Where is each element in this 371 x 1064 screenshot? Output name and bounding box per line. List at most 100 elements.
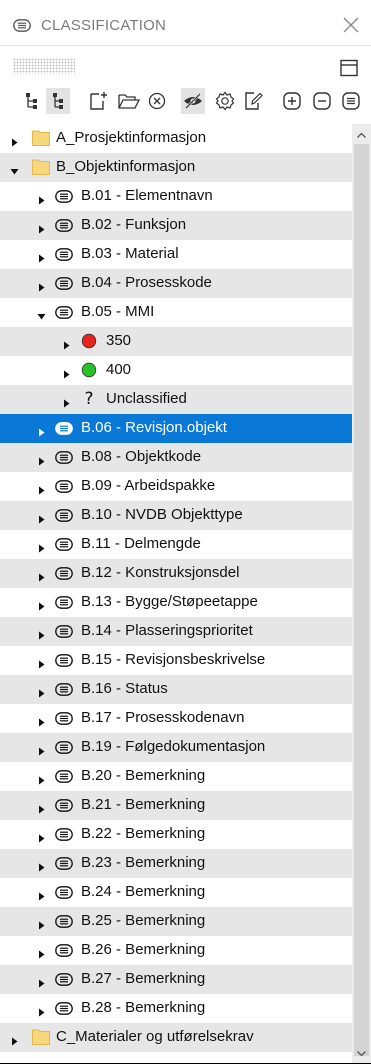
expand-arrow-icon[interactable] <box>62 395 71 408</box>
tree-row-label: B.06 - Revisjon.objekt <box>81 419 227 436</box>
tree-row[interactable]: B.12 - Konstruksjonsdel <box>0 559 352 588</box>
svg-text:?: ? <box>84 389 93 407</box>
scrollbar-thumb[interactable] <box>354 144 369 1056</box>
expand-arrow-icon[interactable] <box>37 917 46 930</box>
expand-arrow-icon[interactable] <box>37 424 46 437</box>
tree-row-label: B.09 - Arbeidspakke <box>81 477 216 494</box>
expand-arrow-icon[interactable] <box>37 772 46 785</box>
tree-row-label: B.10 - NVDB Objekttype <box>81 506 243 523</box>
tree-row[interactable]: 400 <box>0 356 352 385</box>
expand-arrow-icon[interactable] <box>37 975 46 988</box>
scroll-down-icon[interactable] <box>356 1046 367 1057</box>
expand-arrow-icon[interactable] <box>37 888 46 901</box>
tree-row[interactable]: A_Prosjektinformasjon <box>0 124 352 153</box>
new-document-icon[interactable] <box>87 88 111 114</box>
panel-layout-icon[interactable] <box>340 59 358 77</box>
expand-arrow-icon[interactable] <box>37 627 46 640</box>
expand-arrow-icon[interactable] <box>37 685 46 698</box>
tree-row[interactable]: ? Unclassified <box>0 385 352 414</box>
tree-row[interactable]: B.22 - Bemerkning <box>0 820 352 849</box>
classification-tag-icon <box>55 886 73 903</box>
tree-row[interactable]: B.17 - Prosesskodenavn <box>0 704 352 733</box>
tree-row[interactable]: B.28 - Bemerkning <box>0 994 352 1023</box>
tree-row[interactable]: B.25 - Bemerkning <box>0 907 352 936</box>
expand-arrow-icon[interactable] <box>37 714 46 727</box>
toolbar <box>0 88 371 116</box>
expand-arrow-icon[interactable] <box>37 859 46 872</box>
tree-row[interactable]: 350 <box>0 327 352 356</box>
close-icon[interactable] <box>339 13 363 37</box>
settings-gear-icon[interactable] <box>213 88 237 114</box>
tree-row[interactable]: B.01 - Elementnavn <box>0 182 352 211</box>
collapse-arrow-icon[interactable] <box>10 163 19 175</box>
panel-title: CLASSIFICATION <box>41 17 167 34</box>
drag-handle[interactable] <box>13 58 75 74</box>
classification-tag-icon <box>55 190 73 207</box>
expand-arrow-icon[interactable] <box>37 801 46 814</box>
tree-row[interactable]: B.15 - Revisjonsbeskrivelse <box>0 646 352 675</box>
expand-arrow-icon[interactable] <box>37 1004 46 1017</box>
tree-row[interactable]: B.24 - Bemerkning <box>0 878 352 907</box>
expand-arrow-icon[interactable] <box>37 656 46 669</box>
expand-arrow-icon[interactable] <box>10 134 19 147</box>
open-folder-icon[interactable] <box>117 88 141 114</box>
scroll-up-icon[interactable] <box>356 128 367 139</box>
classification-tag-icon <box>55 712 73 729</box>
tree-row-label: B.26 - Bemerkning <box>81 941 206 958</box>
collapse-all-icon[interactable] <box>310 88 334 114</box>
expand-arrow-icon[interactable] <box>37 482 46 495</box>
expand-all-icon[interactable] <box>280 88 304 114</box>
expand-arrow-icon[interactable] <box>37 830 46 843</box>
remove-circle-icon[interactable] <box>145 88 169 114</box>
tree-row[interactable]: B.03 - Material <box>0 240 352 269</box>
tree-row-label: B.19 - Følgedokumentasjon <box>81 738 266 755</box>
tree-row[interactable]: B.08 - Objektkode <box>0 443 352 472</box>
tree-row[interactable]: B.09 - Arbeidspakke <box>0 472 352 501</box>
expand-arrow-icon[interactable] <box>62 366 71 379</box>
tree-row-label: B_Objektinformasjon <box>56 158 196 175</box>
expand-arrow-icon[interactable] <box>37 192 46 205</box>
tree-row-label: B.05 - MMI <box>81 303 155 320</box>
tree-row[interactable]: B.14 - Plasseringsprioritet <box>0 617 352 646</box>
tree-row[interactable]: B.10 - NVDB Objekttype <box>0 501 352 530</box>
tree-row[interactable]: B_Objektinformasjon <box>0 153 352 182</box>
tree-row[interactable]: B.06 - Revisjon.objekt <box>0 414 352 443</box>
hierarchy-tree-icon[interactable] <box>21 88 45 114</box>
expand-arrow-icon[interactable] <box>37 453 46 466</box>
show-all-icon[interactable] <box>339 88 363 114</box>
expand-arrow-icon[interactable] <box>37 250 46 263</box>
tree-row[interactable]: B.27 - Bemerkning <box>0 965 352 994</box>
classification-tag-icon <box>55 799 73 816</box>
indented-tree-icon[interactable] <box>46 88 70 114</box>
tree-row[interactable]: B.16 - Status <box>0 675 352 704</box>
tree-row[interactable]: B.19 - Følgedokumentasjon <box>0 733 352 762</box>
expand-arrow-icon[interactable] <box>37 279 46 292</box>
expand-arrow-icon[interactable] <box>37 221 46 234</box>
tree-row[interactable]: B.26 - Bemerkning <box>0 936 352 965</box>
classification-tag-icon <box>55 683 73 700</box>
visibility-off-icon[interactable] <box>181 88 205 114</box>
tree-row-label: B.03 - Material <box>81 245 179 262</box>
expand-arrow-icon[interactable] <box>37 946 46 959</box>
question-mark-icon: ? <box>81 389 97 411</box>
expand-arrow-icon[interactable] <box>10 1033 19 1046</box>
expand-arrow-icon[interactable] <box>37 743 46 756</box>
expand-arrow-icon[interactable] <box>37 569 46 582</box>
tree-row[interactable]: B.20 - Bemerkning <box>0 762 352 791</box>
collapse-arrow-icon[interactable] <box>37 308 46 320</box>
vertical-scrollbar[interactable] <box>352 124 371 1063</box>
tree-row[interactable]: B.21 - Bemerkning <box>0 791 352 820</box>
expand-arrow-icon[interactable] <box>37 598 46 611</box>
tree-row[interactable]: B.13 - Bygge/Støpeetappe <box>0 588 352 617</box>
tree-row[interactable]: B.04 - Prosesskode <box>0 269 352 298</box>
tree-row-label: C_Materialer og utførelsekrav <box>56 1028 254 1045</box>
expand-arrow-icon[interactable] <box>62 337 71 350</box>
expand-arrow-icon[interactable] <box>37 540 46 553</box>
tree-row[interactable]: C_Materialer og utførelsekrav <box>0 1023 352 1052</box>
tree-row[interactable]: B.23 - Bemerkning <box>0 849 352 878</box>
edit-document-icon[interactable] <box>242 88 266 114</box>
expand-arrow-icon[interactable] <box>37 511 46 524</box>
tree-row[interactable]: B.05 - MMI <box>0 298 352 327</box>
tree-row[interactable]: B.02 - Funksjon <box>0 211 352 240</box>
tree-row[interactable]: B.11 - Delmengde <box>0 530 352 559</box>
